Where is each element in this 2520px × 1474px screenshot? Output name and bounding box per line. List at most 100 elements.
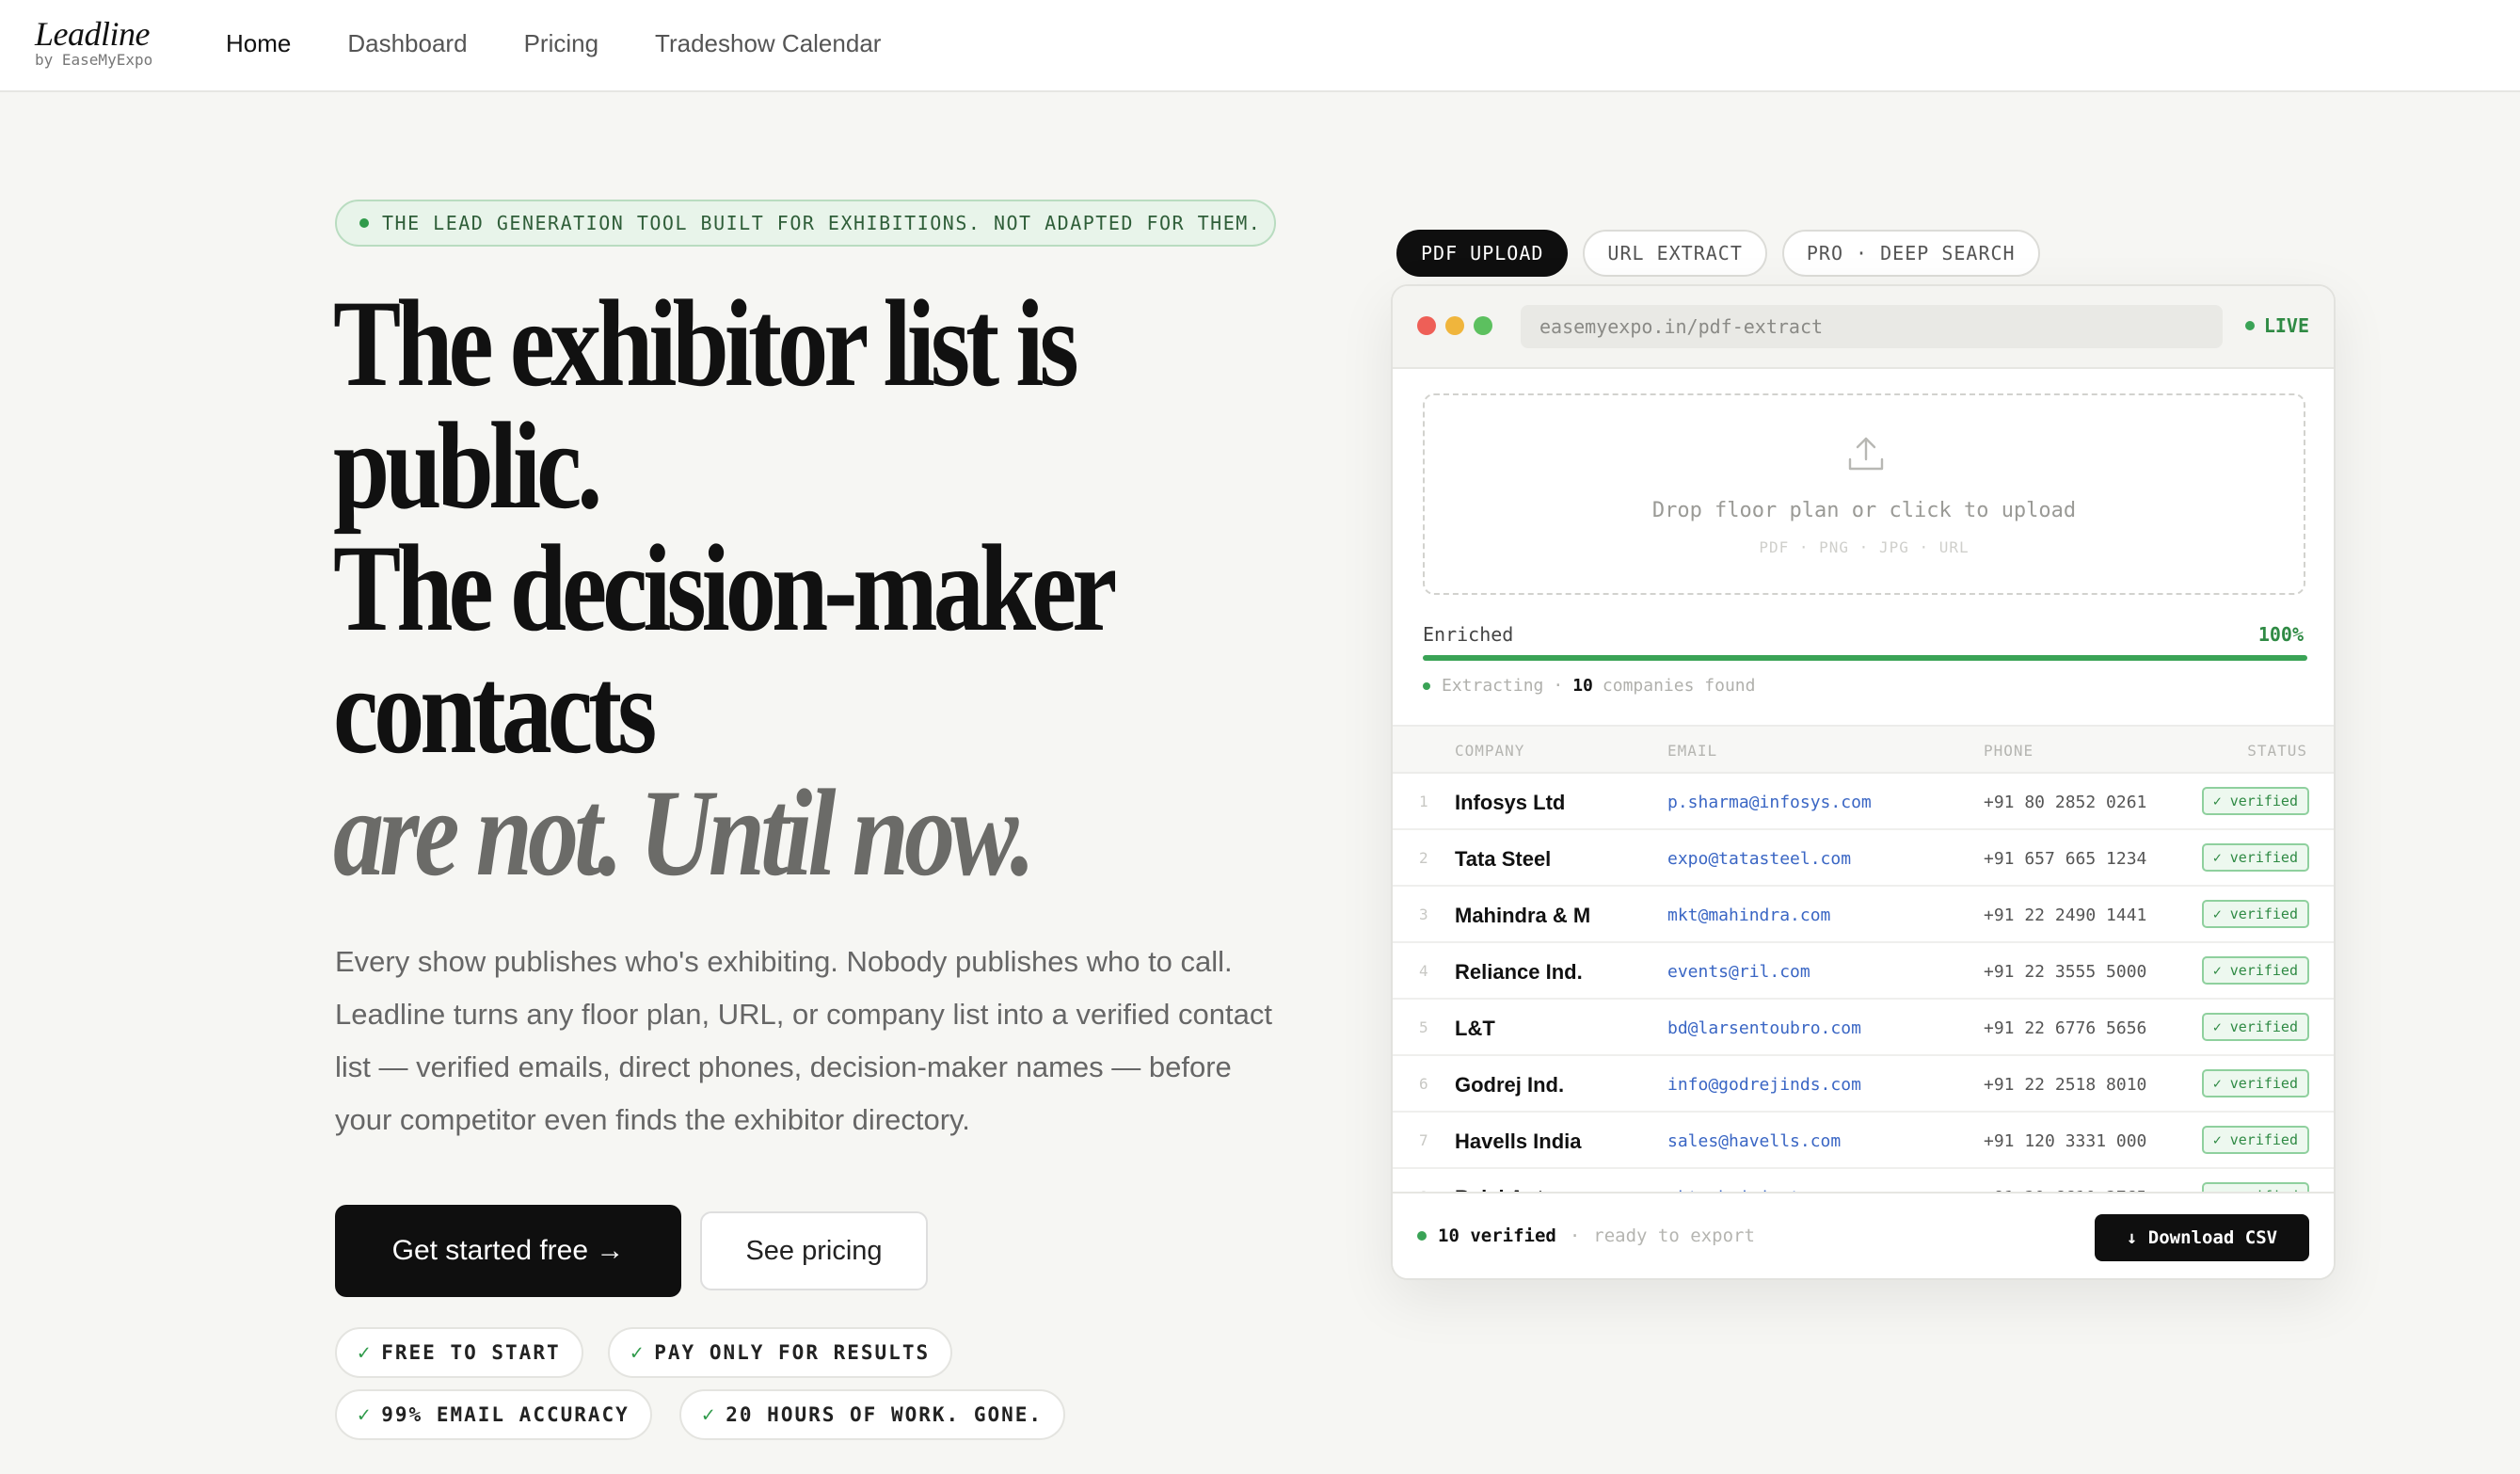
email-cell[interactable]: mkt@mahindra.com <box>1667 905 1830 925</box>
feature-chip: ✓ FREE TO START <box>335 1327 583 1378</box>
tab-pro-deep-search[interactable]: PRO · DEEP SEARCH <box>1781 230 2040 277</box>
row-number: 6 <box>1419 1075 1428 1093</box>
feature-chip-label: PAY ONLY FOR RESULTS <box>654 1341 931 1364</box>
company-name: Infosys Ltd <box>1455 791 1566 814</box>
check-icon: ✓ <box>702 1402 717 1427</box>
status-badge: ✓ verified <box>2201 843 2309 872</box>
company-name: Havells India <box>1455 1130 1582 1153</box>
mode-tabs: PDF UPLOAD URL EXTRACT PRO · DEEP SEARCH <box>1396 230 2055 277</box>
check-icon: ✓ <box>358 1340 373 1365</box>
feature-chip-label: FREE TO START <box>381 1341 561 1364</box>
hero-headline: The exhibitor list is public. The decisi… <box>333 274 1117 902</box>
company-name: Mahindra & M <box>1455 904 1591 927</box>
enriched-percent: 100% <box>2257 623 2304 646</box>
table-row[interactable]: 6 Godrej Ind. info@godrejinds.com +91 22 25… <box>1393 1056 2334 1113</box>
upload-icon <box>1848 437 1884 471</box>
extraction-status: Extracting · 10 companies found <box>1423 676 1755 696</box>
row-number: 7 <box>1419 1131 1428 1149</box>
phone-cell: +91 80 2852 0261 <box>1984 793 2147 812</box>
upload-dropzone[interactable]: Drop floor plan or click to upload PDF ·… <box>1423 393 2305 595</box>
row-number: 3 <box>1419 905 1428 923</box>
row-number: 2 <box>1419 849 1428 867</box>
dropzone-title: Drop floor plan or click to upload <box>1651 499 2077 522</box>
tagline-pill: THE LEAD GENERATION TOOL BUILT FOR EXHIB… <box>335 200 1276 247</box>
ready-to-export: ready to export <box>1593 1226 1755 1246</box>
get-started-button[interactable]: Get started free → <box>335 1205 681 1297</box>
table-row[interactable]: 2 Tata Steel expo@tatasteel.com +91 657 665… <box>1393 830 2334 887</box>
email-cell[interactable]: p.sharma@infosys.com <box>1667 793 1872 812</box>
url-bar[interactable]: easemyexpo.in/pdf-extract <box>1521 305 2223 348</box>
maximize-dot-icon <box>1474 316 1492 335</box>
email-cell[interactable]: info@godrejinds.com <box>1667 1075 1861 1095</box>
live-indicator: LIVE <box>2244 314 2309 337</box>
enriched-label: Enriched <box>1423 623 1514 646</box>
nav-link-home[interactable]: Home <box>226 26 291 60</box>
phone-cell: +91 22 6776 5656 <box>1984 1018 2147 1038</box>
dropzone-formats: PDF · PNG · JPG · URL <box>1759 538 1970 556</box>
close-dot-icon <box>1417 316 1436 335</box>
email-cell[interactable]: expo@tatasteel.com <box>1667 849 1851 869</box>
phone-cell: +91 120 3331 000 <box>1984 1131 2147 1151</box>
phone-cell: +91 22 2490 1441 <box>1984 905 2147 925</box>
email-cell[interactable]: events@ril.com <box>1667 962 1810 982</box>
table-row[interactable]: 5 L&T bd@larsentoubro.com +91 22 6776 5656 ✓… <box>1393 1000 2334 1056</box>
see-pricing-button[interactable]: See pricing <box>700 1211 928 1290</box>
companies-found-label: companies found <box>1602 676 1756 696</box>
feature-chip: ✓ 99% EMAIL ACCURACY <box>335 1389 652 1440</box>
row-number: 4 <box>1419 962 1428 980</box>
demo-window: easemyexpo.in/pdf-extract LIVE Drop floo… <box>1391 284 2336 1280</box>
column-header-company: COMPANY <box>1455 742 1525 760</box>
nav-link-dashboard[interactable]: Dashboard <box>347 26 467 60</box>
table-header: COMPANY EMAIL PHONE STATUS <box>1393 727 2334 774</box>
company-name: Reliance Ind. <box>1455 960 1583 984</box>
phone-cell: +91 22 2518 8010 <box>1984 1075 2147 1095</box>
headline-line-1: The exhibitor list is <box>333 274 1079 412</box>
table-row[interactable]: 7 Havells India sales@havells.com +91 120 3… <box>1393 1113 2334 1169</box>
feature-chip-label: 20 HOURS OF WORK. GONE. <box>726 1403 1044 1426</box>
status-badge: ✓ verified <box>2201 1126 2309 1154</box>
hero-description: Every show publishes who's exhibiting. N… <box>335 945 1272 1136</box>
tab-url-extract[interactable]: URL EXTRACT <box>1583 230 1767 277</box>
status-badge: ✓ verified <box>2201 900 2309 928</box>
headline-line-3: The decision-maker <box>333 519 1117 657</box>
separator: · <box>1553 676 1564 696</box>
table-row[interactable]: 3 Mahindra & M mkt@mahindra.com +91 22 2490… <box>1393 887 2334 943</box>
column-header-status: STATUS <box>2247 742 2307 760</box>
feature-chip: ✓ PAY ONLY FOR RESULTS <box>608 1327 953 1378</box>
row-number: 1 <box>1419 793 1428 810</box>
results-table: COMPANY EMAIL PHONE STATUS 1 Infosys Ltd p… <box>1393 725 2334 1195</box>
logo[interactable]: Leadline by EaseMyExpo <box>35 15 152 70</box>
headline-italic-line: are not. Until now. <box>333 763 1035 902</box>
check-icon: ✓ <box>358 1402 373 1427</box>
live-label: LIVE <box>2263 314 2309 337</box>
nav-link-tradeshow-calendar[interactable]: Tradeshow Calendar <box>655 26 881 60</box>
extracting-label: Extracting <box>1442 676 1544 696</box>
tab-pdf-upload[interactable]: PDF UPLOAD <box>1396 230 1569 277</box>
verified-count: 10 verified <box>1438 1226 1556 1246</box>
progress-fill <box>1423 655 2307 661</box>
feature-chip-label: 99% EMAIL ACCURACY <box>381 1403 630 1426</box>
headline-line-2: public. <box>333 396 602 535</box>
download-csv-button[interactable]: ↓ Download CSV <box>2095 1214 2309 1261</box>
headline-line-4: contacts <box>333 641 657 779</box>
status-dot-icon <box>359 218 369 228</box>
table-row[interactable]: 1 Infosys Ltd p.sharma@infosys.com +91 80 2… <box>1393 774 2334 830</box>
enrichment-progress-bar <box>1423 655 2307 661</box>
window-titlebar: easemyexpo.in/pdf-extract LIVE <box>1393 286 2334 369</box>
email-cell[interactable]: bd@larsentoubro.com <box>1667 1018 1861 1038</box>
column-header-phone: PHONE <box>1984 742 2034 760</box>
status-dot-icon <box>1423 681 1430 690</box>
window-footer: 10 verified · ready to export ↓ Download… <box>1393 1192 2334 1278</box>
check-icon: ✓ <box>630 1340 646 1365</box>
phone-cell: +91 22 3555 5000 <box>1984 962 2147 982</box>
company-name: Godrej Ind. <box>1455 1073 1565 1097</box>
table-row[interactable]: 4 Reliance Ind. events@ril.com +91 22 3555 … <box>1393 943 2334 1000</box>
top-nav: Leadline by EaseMyExpo Home Dashboard Pr… <box>0 0 2520 92</box>
column-header-email: EMAIL <box>1667 742 1718 760</box>
nav-link-pricing[interactable]: Pricing <box>524 26 598 60</box>
email-cell[interactable]: sales@havells.com <box>1667 1131 1841 1151</box>
verified-summary: 10 verified · ready to export <box>1417 1226 1755 1246</box>
minimize-dot-icon <box>1445 316 1464 335</box>
nav-links: Home Dashboard Pricing Tradeshow Calenda… <box>226 26 937 60</box>
table-body: 1 Infosys Ltd p.sharma@infosys.com +91 80 2… <box>1393 774 2334 1195</box>
